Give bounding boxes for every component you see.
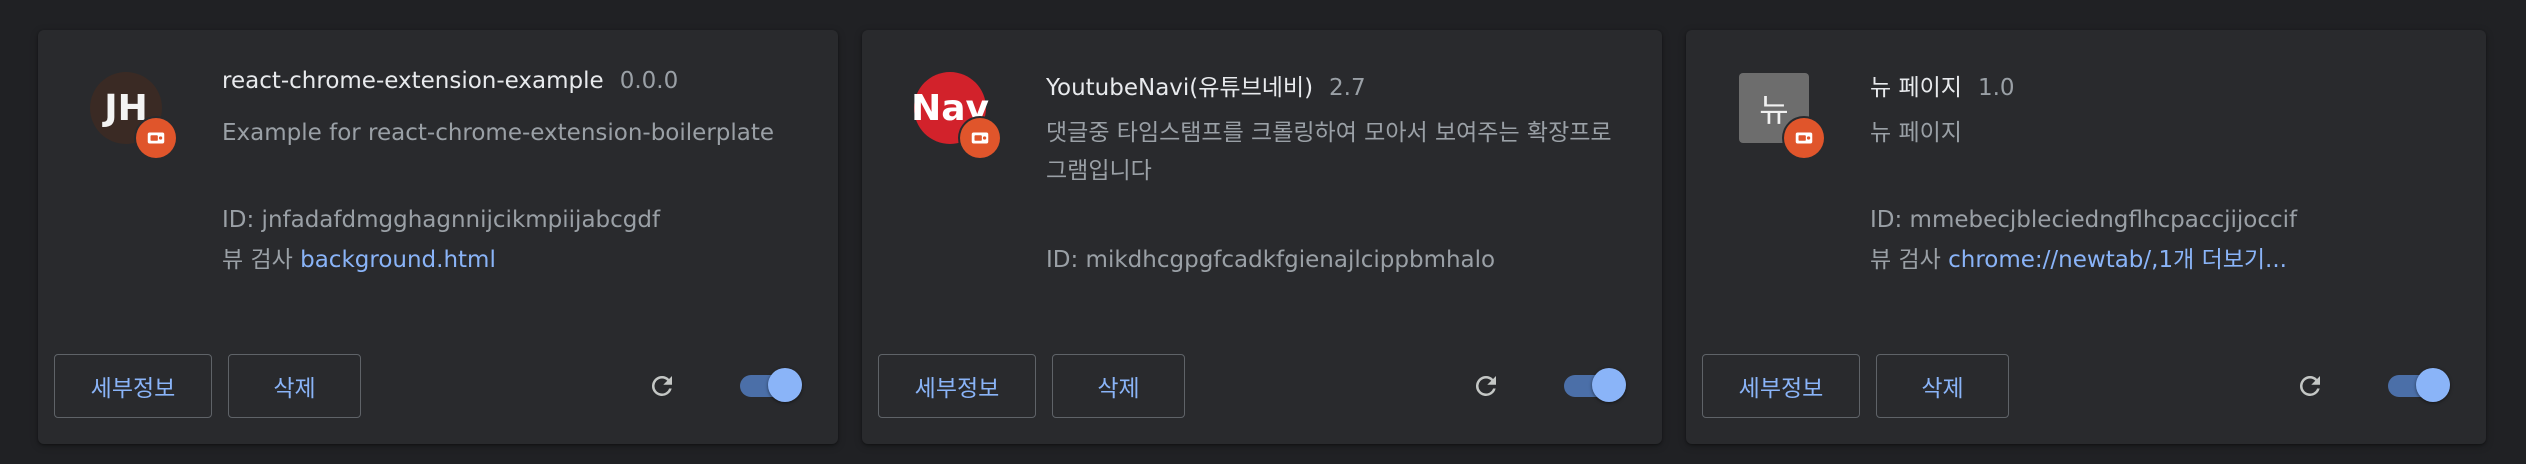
inspect-view-link[interactable]: background.html: [300, 247, 496, 273]
inspect-views-label: 뷰 검사: [222, 247, 293, 273]
reload-icon[interactable]: [642, 366, 682, 406]
dev-mode-extension-icon: [960, 118, 1000, 158]
extensions-page: JH react-chrome-extension-example 0.0.0 …: [0, 0, 2526, 464]
details-button[interactable]: 세부정보: [54, 354, 212, 418]
extension-meta: ID: jnfadafdmgghagnnijcikmpiijabcgdf 뷰 검…: [222, 200, 798, 280]
extension-id: ID: jnfadafdmgghagnnijcikmpiijabcgdf: [222, 207, 661, 233]
reload-icon[interactable]: [2290, 366, 2330, 406]
details-button[interactable]: 세부정보: [1702, 354, 1860, 418]
extension-title-row: 뉴 페이지 1.0: [1870, 68, 2446, 102]
enable-toggle-knob: [1592, 368, 1626, 402]
extension-description: Example for react-chrome-extension-boile…: [222, 120, 775, 146]
extension-card-react-chrome-extension-example: JH react-chrome-extension-example 0.0.0 …: [38, 30, 838, 444]
extension-card-new-page: 뉴 뉴 페이지 1.0 뉴 페이지 ID: mmebecjbleciedngfl…: [1686, 30, 2486, 444]
extension-icon-wrapper: JH: [90, 72, 210, 192]
extension-actions: 세부정보 삭제: [54, 354, 802, 418]
extension-name: 뉴 페이지: [1870, 75, 1962, 101]
extension-title-row: react-chrome-extension-example 0.0.0: [222, 68, 798, 94]
remove-button[interactable]: 삭제: [1876, 354, 2009, 418]
enable-toggle[interactable]: [2388, 368, 2450, 404]
extension-meta: ID: mikdhcgpgfcadkfgienajlcippbmhalo: [1046, 240, 1622, 280]
extension-icon-wrapper: Nav: [911, 72, 1034, 192]
remove-button[interactable]: 삭제: [228, 354, 361, 418]
extension-meta: ID: mmebecjbleciedngflhcpaccjijoccif 뷰 검…: [1870, 200, 2446, 280]
extension-version: 1.0: [1977, 75, 2015, 101]
enable-toggle[interactable]: [1564, 368, 1626, 404]
dev-mode-extension-icon: [1784, 118, 1824, 158]
extension-description: 댓글중 타임스탬프를 크롤링하여 모아서 보여주는 확장프로그램입니다: [1046, 120, 1612, 184]
extension-name: YoutubeNavi(유튜브네비): [1046, 75, 1314, 101]
extension-actions: 세부정보 삭제: [1702, 354, 2450, 418]
enable-toggle-knob: [2416, 368, 2450, 402]
dev-mode-extension-icon: [136, 118, 176, 158]
extension-card-youtubenavi: Nav YoutubeNavi(유튜브네비) 2.7 댓글중 타임스탬프를 크롤…: [862, 30, 1662, 444]
extension-icon-wrapper: 뉴: [1738, 72, 1858, 192]
enable-toggle[interactable]: [740, 368, 802, 404]
inspect-views-row: 뷰 검사 chrome://newtab/,1개 더보기...: [1870, 240, 2446, 280]
enable-toggle-knob: [768, 368, 802, 402]
inspect-view-link[interactable]: chrome://newtab/,1개 더보기...: [1948, 247, 2287, 273]
extension-id: ID: mikdhcgpgfcadkfgienajlcippbmhalo: [1046, 247, 1496, 273]
inspect-views-label: 뷰 검사: [1870, 247, 1941, 273]
extension-description: 뉴 페이지: [1870, 120, 1962, 146]
extension-id: ID: mmebecjbleciedngflhcpaccjijoccif: [1870, 207, 2298, 233]
details-button[interactable]: 세부정보: [878, 354, 1036, 418]
extension-version: 0.0.0: [619, 68, 679, 94]
extension-name: react-chrome-extension-example: [222, 68, 604, 94]
inspect-views-row: 뷰 검사 background.html: [222, 240, 798, 280]
remove-button[interactable]: 삭제: [1052, 354, 1185, 418]
extension-version: 2.7: [1329, 75, 1366, 101]
reload-icon[interactable]: [1466, 366, 1506, 406]
extension-title-row: YoutubeNavi(유튜브네비) 2.7: [1046, 68, 1622, 102]
extension-actions: 세부정보 삭제: [878, 354, 1626, 418]
